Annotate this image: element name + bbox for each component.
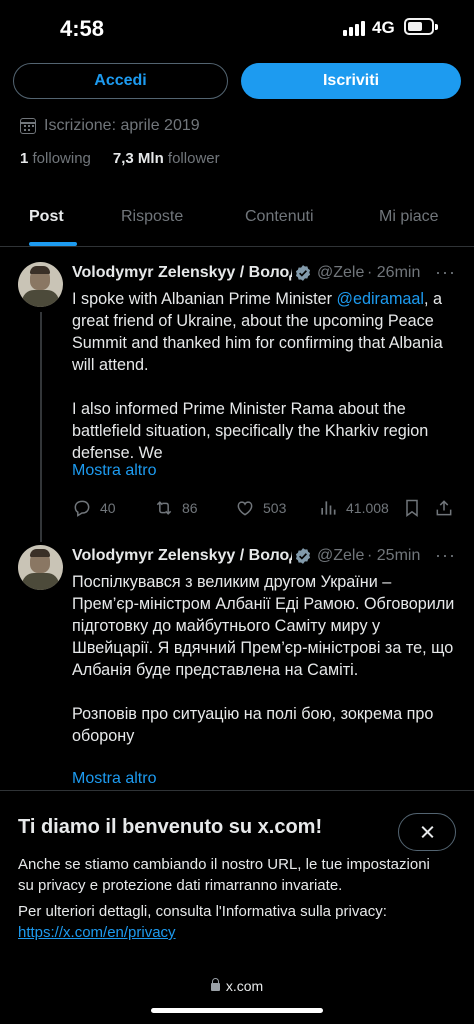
verified-badge-icon	[295, 548, 311, 564]
url-text: x.com	[225, 978, 264, 994]
author-handle[interactable]: @ZelenskyyUa	[317, 547, 365, 565]
show-more-link[interactable]: Mostra altro	[72, 770, 156, 788]
tab-media[interactable]: Contenuti	[245, 208, 314, 226]
home-indicator[interactable]	[151, 1008, 323, 1013]
like-count: 503	[263, 500, 287, 516]
mention-link[interactable]: @ediramaal	[337, 290, 425, 308]
tweet-text: Поспілкувався з великим другом України –…	[72, 573, 455, 745]
views-button[interactable]: 41.008	[318, 498, 389, 518]
author-name[interactable]: Volodymyr Zelenskyy / Володимир Зеленськ…	[72, 547, 292, 565]
tweet-header: Volodymyr Zelenskyy / Володимир Зеленськ…	[72, 545, 420, 567]
tab-post[interactable]: Post	[29, 208, 64, 226]
profile-tabs: Post Risposte Contenuti Mi piace	[0, 190, 474, 247]
calendar-icon	[20, 118, 36, 134]
signal-icon	[343, 20, 365, 36]
more-options-icon[interactable]: ···	[435, 262, 456, 283]
status-time: 4:58	[60, 16, 105, 41]
reply-count: 40	[100, 500, 116, 516]
tweet-actions: 40 86 503 41.008	[72, 498, 457, 520]
show-more-link[interactable]: Mostra altro	[72, 462, 156, 480]
privacy-notice: Per ulteriori dettagli, consulta l'Infor…	[18, 901, 448, 943]
login-button[interactable]: Accedi	[13, 63, 228, 99]
signup-button[interactable]: Iscriviti	[241, 63, 461, 99]
browser-url-bar[interactable]: x.com	[0, 978, 474, 998]
followers-link[interactable]: 7,3 Mln follower	[113, 150, 220, 167]
lock-icon	[210, 978, 220, 991]
tweet-time: · 25min	[367, 547, 421, 564]
join-date-text: Iscrizione: aprile 2019	[44, 117, 200, 134]
repost-button[interactable]: 86	[154, 498, 198, 518]
battery-icon	[404, 18, 434, 35]
verified-badge-icon	[295, 265, 311, 281]
repost-count: 86	[182, 500, 198, 516]
views-count: 41.008	[346, 500, 389, 516]
avatar[interactable]	[18, 545, 63, 590]
following-label: following	[32, 150, 91, 167]
close-button[interactable]	[398, 813, 456, 851]
repost-icon	[156, 501, 172, 515]
status-bar: 4:58 4G	[0, 0, 474, 56]
follow-stats: 1 following 7,3 Mln follower	[20, 150, 220, 167]
following-link[interactable]: 1 following	[20, 150, 91, 167]
join-date: Iscrizione: aprile 2019	[20, 115, 200, 137]
bookmark-icon[interactable]	[402, 498, 422, 518]
tab-likes[interactable]: Mi piace	[379, 208, 439, 226]
privacy-text: Per ulteriori dettagli, consulta l'Infor…	[18, 903, 387, 920]
tweet-header: Volodymyr Zelenskyy / Володимир Зеленськ…	[72, 262, 420, 284]
author-handle[interactable]: @ZelenskyyUa	[317, 264, 365, 282]
following-count: 1	[20, 150, 29, 167]
like-button[interactable]: 503	[235, 498, 286, 518]
views-chart-icon	[321, 501, 336, 515]
tab-replies[interactable]: Risposte	[121, 208, 183, 226]
share-icon[interactable]	[434, 498, 454, 518]
network-type: 4G	[372, 18, 395, 37]
avatar[interactable]	[18, 262, 63, 307]
welcome-body: Anche se stiamo cambiando il nostro URL,…	[18, 856, 430, 894]
reply-button[interactable]: 40	[72, 498, 116, 518]
privacy-link[interactable]: https://x.com/en/privacy	[18, 924, 176, 941]
followers-count: 7,3 Mln	[112, 150, 164, 167]
followers-label: follower	[167, 150, 220, 167]
welcome-title: Ti diamo il benvenuto su x.com!	[18, 816, 323, 838]
heart-icon	[237, 501, 253, 516]
thread-line	[40, 312, 42, 542]
tweet[interactable]: Volodymyr Zelenskyy / Володимир Зеленськ…	[0, 545, 474, 790]
active-tab-indicator	[29, 242, 77, 246]
tweet-time: · 26min	[367, 264, 421, 281]
reply-icon	[74, 500, 90, 517]
battery-tip	[435, 24, 438, 30]
author-name[interactable]: Volodymyr Zelenskyy / Володимир Зеленськ…	[72, 264, 292, 282]
tweet[interactable]: Volodymyr Zelenskyy / Володимир Зеленськ…	[0, 262, 474, 542]
more-options-icon[interactable]: ···	[435, 545, 456, 566]
tweet-text: I spoke with Albanian Prime Minister @ed…	[72, 290, 443, 462]
